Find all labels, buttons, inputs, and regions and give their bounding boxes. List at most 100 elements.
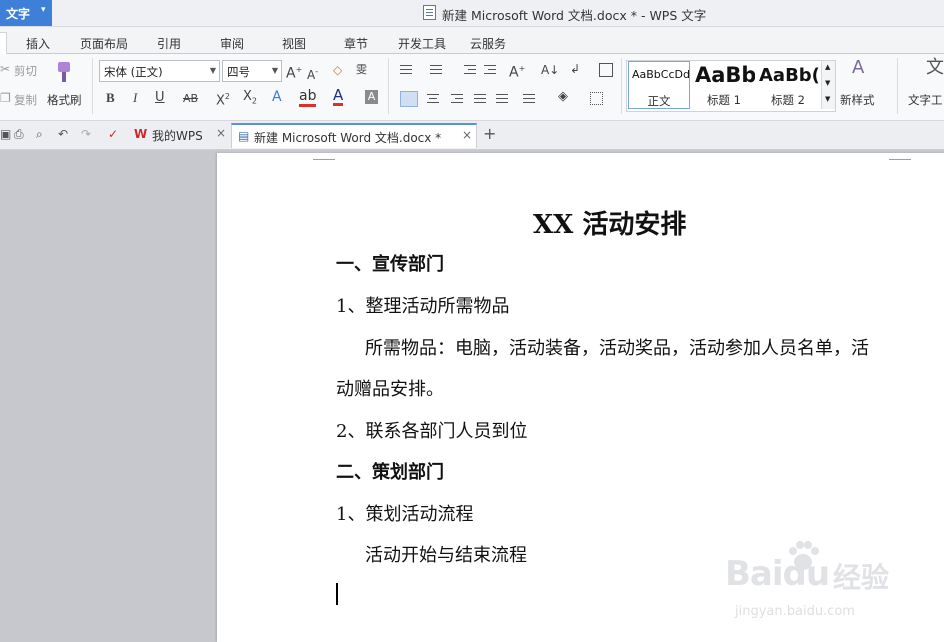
document-icon: ▤: [238, 129, 250, 143]
underline-icon[interactable]: U: [155, 90, 165, 106]
justify-icon[interactable]: [474, 93, 486, 104]
font-size-select[interactable]: 四号 ▼: [222, 60, 282, 82]
clear-format-icon[interactable]: ◇: [333, 62, 342, 78]
text-direction-icon[interactable]: A+: [509, 61, 525, 81]
copy-button[interactable]: 复制: [14, 92, 37, 108]
wps-logo-icon: W: [134, 127, 148, 141]
grow-font-icon[interactable]: A+: [286, 62, 302, 82]
chevron-down-icon: ▾: [41, 5, 46, 15]
tab-page-layout[interactable]: 页面布局: [80, 35, 128, 52]
shading-icon[interactable]: ◈: [558, 89, 568, 105]
increase-indent-icon[interactable]: [484, 64, 496, 75]
line-spacing-icon[interactable]: [523, 93, 535, 104]
style-heading-2[interactable]: AaBb( 标题 2: [757, 61, 819, 109]
align-left-icon[interactable]: [400, 91, 418, 107]
superscript-icon[interactable]: X2: [216, 89, 230, 109]
doc-paragraph: 所需物品：电脑，活动装备，活动奖品，活动参加人员名单，活: [365, 338, 869, 359]
close-icon[interactable]: ×: [462, 128, 472, 142]
decrease-indent-icon[interactable]: [464, 64, 476, 75]
bullets-icon[interactable]: [400, 64, 412, 75]
save-icon[interactable]: ▣: [0, 127, 11, 141]
print-icon[interactable]: ⎙: [14, 127, 24, 142]
style-gallery-scroll[interactable]: ▲ ▼ ▼: [821, 61, 835, 109]
align-center-icon[interactable]: [427, 93, 439, 104]
style-name: 正文: [647, 94, 671, 108]
font-color-icon[interactable]: A: [333, 87, 344, 106]
chevron-down-icon[interactable]: ▼: [825, 79, 830, 87]
close-icon[interactable]: ×: [216, 126, 226, 140]
doc-heading: 一、宣传部门: [336, 254, 444, 275]
table-icon[interactable]: [599, 63, 613, 77]
tab-review[interactable]: 审阅: [220, 35, 244, 52]
tab-view[interactable]: 视图: [282, 35, 306, 52]
sort-icon[interactable]: A↓: [541, 62, 559, 78]
new-tab-icon[interactable]: +: [483, 124, 496, 143]
tab-document[interactable]: ▤ 新建 Microsoft Word 文档.docx * ×: [231, 123, 477, 148]
style-heading-1[interactable]: AaBb 标题 1: [693, 61, 755, 109]
app-menu-label: 文字: [6, 7, 31, 21]
format-painter-icon[interactable]: [52, 60, 76, 84]
tab-developer[interactable]: 开发工具: [398, 35, 446, 52]
redo-icon[interactable]: ↷: [81, 127, 91, 141]
doc-paragraph: 1、整理活动所需物品: [336, 296, 510, 317]
menu-tab-start[interactable]: [0, 32, 7, 56]
style-name: 标题 2: [771, 93, 805, 107]
cut-button[interactable]: 剪切: [14, 63, 37, 79]
align-right-icon[interactable]: [451, 93, 463, 104]
font-family-select[interactable]: 宋体 (正文) ▼: [99, 60, 220, 82]
group-divider: [388, 58, 389, 114]
font-family-value: 宋体 (正文): [104, 65, 163, 79]
undo-icon[interactable]: ↶: [58, 127, 68, 141]
text-cursor: [336, 583, 338, 605]
paragraph-mark-icon[interactable]: ↲: [570, 61, 580, 77]
tab-my-wps-label: 我的WPS: [152, 129, 203, 143]
text-effect-icon[interactable]: A: [272, 89, 282, 105]
shrink-font-icon[interactable]: A-: [307, 64, 318, 83]
text-tools-icon[interactable]: 文: [926, 59, 944, 77]
italic-icon[interactable]: I: [133, 90, 137, 106]
tab-cloud[interactable]: 云服务: [470, 35, 506, 52]
document-title: XX 活动安排: [533, 210, 687, 240]
tab-references[interactable]: 引用: [157, 35, 181, 52]
window-title: 新建 Microsoft Word 文档.docx * - WPS 文字: [442, 8, 707, 23]
style-sample: AaBb: [695, 63, 755, 87]
new-style-icon[interactable]: A: [852, 59, 864, 77]
customize-icon[interactable]: ✓: [108, 127, 118, 141]
tab-insert[interactable]: 插入: [26, 35, 50, 52]
tab-document-label: 新建 Microsoft Word 文档.docx *: [254, 131, 442, 145]
margin-corner-mark: [889, 153, 911, 160]
distribute-icon[interactable]: [496, 93, 508, 104]
chevron-up-icon[interactable]: ▲: [825, 63, 830, 71]
numbering-icon[interactable]: [430, 64, 442, 75]
style-gallery: AaBbCcDd 正文 AaBb 标题 1 AaBb( 标题 2 ▲ ▼ ▼: [626, 60, 836, 112]
group-divider: [621, 58, 622, 114]
doc-paragraph: 2、联系各部门人员到位: [336, 421, 528, 442]
baidu-watermark: Baidu 经验 jingyan.baidu.com: [725, 540, 935, 640]
highlight-icon[interactable]: ab: [299, 88, 317, 107]
doc-heading: 二、策划部门: [336, 462, 444, 483]
chevron-down-icon: ▼: [271, 66, 278, 75]
new-style-button[interactable]: 新样式: [840, 92, 875, 108]
tab-my-wps[interactable]: W 我的WPS ×: [128, 123, 228, 148]
copy-icon[interactable]: ❐: [0, 90, 11, 106]
watermark-cn: 经验: [833, 561, 890, 594]
tab-chapter[interactable]: 章节: [344, 35, 368, 52]
borders-icon[interactable]: [590, 92, 603, 105]
app-menu-button[interactable]: 文字 ▾: [0, 0, 52, 26]
bold-icon[interactable]: B: [106, 90, 115, 106]
subscript-icon[interactable]: X2: [243, 89, 257, 110]
scissors-icon[interactable]: ✂: [0, 61, 10, 77]
preview-icon[interactable]: ⌕: [36, 127, 43, 142]
strikethrough-icon[interactable]: AB: [183, 91, 198, 107]
doc-paragraph: 动赠品安排。: [336, 379, 444, 400]
expand-icon[interactable]: ▼: [825, 95, 830, 103]
document-icon: [423, 5, 436, 20]
format-painter-button[interactable]: 格式刷: [47, 92, 82, 108]
char-shading-icon[interactable]: A: [365, 90, 378, 104]
chevron-down-icon: ▼: [209, 66, 216, 75]
phonetic-icon[interactable]: 雯: [356, 62, 367, 78]
text-tools-button[interactable]: 文字工: [908, 92, 943, 108]
margin-corner-mark: [313, 153, 335, 160]
group-divider: [92, 58, 93, 114]
style-normal[interactable]: AaBbCcDd 正文: [628, 61, 690, 109]
